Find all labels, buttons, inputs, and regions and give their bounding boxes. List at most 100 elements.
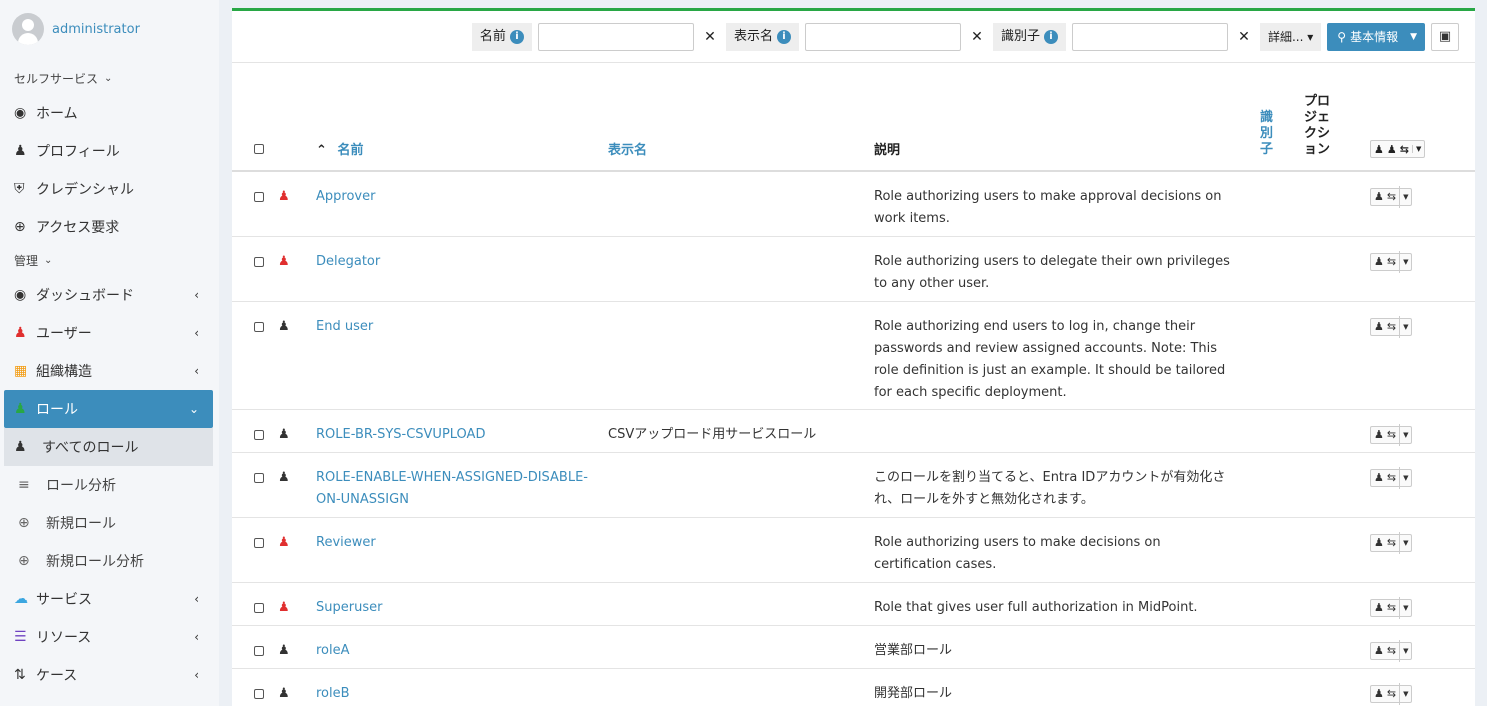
bulk-actions-group[interactable]: ♟ ♟ ⇆ ▼ xyxy=(1370,140,1426,158)
table-row[interactable]: ♟ End user Role authorizing end users to l… xyxy=(232,301,1475,410)
table-row[interactable]: ♟ ROLE-ENABLE-WHEN-ASSIGNED-DISABLE-ON-UN… xyxy=(232,452,1475,518)
caret-down-icon[interactable]: ▼ xyxy=(1399,250,1408,273)
save-search-button[interactable]: ▣ xyxy=(1431,22,1459,51)
user-panel[interactable]: administrator xyxy=(0,0,219,58)
caret-down-icon[interactable]: ▼ xyxy=(1399,682,1408,705)
recompute-icon[interactable]: ⇆ xyxy=(1387,532,1396,554)
sidebar-item-profile[interactable]: ♟ プロフィール xyxy=(0,132,219,170)
caret-down-icon[interactable]: ▼ xyxy=(1411,145,1421,153)
role-name-link[interactable]: roleB xyxy=(316,686,350,701)
row-actions-group[interactable]: ♟ ⇆ ▼ xyxy=(1370,682,1413,705)
sidebar-item-home[interactable]: ◉ ホーム xyxy=(0,94,219,132)
info-icon[interactable]: i xyxy=(1043,29,1058,44)
role-name-link[interactable]: Superuser xyxy=(316,600,382,615)
sidebar-item-credentials[interactable]: ⛨ クレデンシャル xyxy=(0,170,219,208)
filter-display-name-input[interactable] xyxy=(804,22,961,51)
filter-identifier-input[interactable] xyxy=(1071,22,1228,51)
row-actions-group[interactable]: ♟ ⇆ ▼ xyxy=(1370,531,1413,554)
row-checkbox[interactable] xyxy=(254,645,264,656)
role-name-link[interactable]: roleA xyxy=(316,643,350,658)
unassign-icon[interactable]: ♟ xyxy=(1374,424,1384,446)
recompute-icon[interactable]: ⇆ xyxy=(1387,424,1396,446)
sidebar-item-resources[interactable]: ☰ リソース ‹ xyxy=(0,618,219,656)
select-all-checkbox[interactable] xyxy=(254,144,264,154)
row-actions-group[interactable]: ♟ ⇆ ▼ xyxy=(1370,250,1413,273)
header-identifier[interactable]: 識 別 子 xyxy=(1254,63,1298,172)
basic-search-button[interactable]: ⚲ 基本情報 ▼ xyxy=(1327,22,1425,51)
recompute-icon[interactable]: ⇆ xyxy=(1387,640,1396,662)
filter-identifier-label[interactable]: 識別子 i xyxy=(992,22,1066,51)
recompute-icon[interactable]: ⇆ xyxy=(1387,251,1396,273)
sidebar-item-all-roles[interactable]: ♟ すべてのロール xyxy=(4,428,213,466)
unassign-icon[interactable]: ♟ xyxy=(1374,683,1384,705)
table-row[interactable]: ♟ Superuser Role that gives user full auth… xyxy=(232,582,1475,626)
row-actions-group[interactable]: ♟ ⇆ ▼ xyxy=(1370,596,1413,619)
row-actions-group[interactable]: ♟ ⇆ ▼ xyxy=(1370,639,1413,662)
info-icon[interactable]: i xyxy=(776,29,791,44)
table-row[interactable]: ♟ Reviewer Role authorizing users to make … xyxy=(232,517,1475,583)
sidebar-item-org[interactable]: ▦ 組織構造 ‹ xyxy=(0,352,219,390)
unassign-icon[interactable]: ♟ xyxy=(1374,597,1384,619)
row-checkbox[interactable] xyxy=(254,537,264,548)
info-icon[interactable]: i xyxy=(509,29,524,44)
recompute-icon[interactable]: ⇆ xyxy=(1387,467,1396,489)
sidebar-item-dashboard[interactable]: ◉ ダッシュボード ‹ xyxy=(0,276,219,314)
table-row[interactable]: ♟ Approver Role authorizing users to make … xyxy=(232,171,1475,237)
filter-name-label[interactable]: 名前 i xyxy=(471,22,532,51)
table-row[interactable]: ♟ roleB 開発部ロール ♟ ⇆ ▼ xyxy=(232,668,1475,706)
recompute-icon[interactable]: ⇆ xyxy=(1387,316,1396,338)
role-name-link[interactable]: Reviewer xyxy=(316,535,376,550)
unassign-icon[interactable]: ♟ xyxy=(1374,251,1384,273)
row-checkbox[interactable] xyxy=(254,256,264,267)
caret-down-icon[interactable]: ▼ xyxy=(1410,23,1417,51)
row-checkbox[interactable] xyxy=(254,688,264,699)
recompute-icon[interactable]: ⇆ xyxy=(1400,143,1409,156)
sidebar-item-new-role-analysis[interactable]: ⊕ 新規ロール分析 xyxy=(0,542,219,580)
role-name-link[interactable]: Delegator xyxy=(316,254,380,269)
unassign-icon[interactable]: ♟ xyxy=(1374,532,1384,554)
sidebar-item-access-request[interactable]: ⊕ アクセス要求 xyxy=(0,208,219,246)
role-name-link[interactable]: ROLE-BR-SYS-CSVUPLOAD xyxy=(316,427,485,442)
row-actions-group[interactable]: ♟ ⇆ ▼ xyxy=(1370,466,1413,489)
sidebar-item-new-role[interactable]: ⊕ 新規ロール xyxy=(0,504,219,542)
unassign-icon[interactable]: ♟ xyxy=(1374,467,1384,489)
sidebar-item-users[interactable]: ♟ ユーザー ‹ xyxy=(0,314,219,352)
row-actions-group[interactable]: ♟ ⇆ ▼ xyxy=(1370,186,1413,208)
recompute-icon[interactable]: ⇆ xyxy=(1387,186,1396,208)
section-self-service[interactable]: セルフサービス ⌄ xyxy=(0,64,219,94)
row-checkbox[interactable] xyxy=(254,192,264,202)
clear-identifier-filter-icon[interactable]: ✕ xyxy=(1234,29,1254,45)
user-name[interactable]: administrator xyxy=(52,22,140,37)
unassign-icon[interactable]: ♟ xyxy=(1387,143,1397,156)
more-filters-button[interactable]: 詳細... ▾ xyxy=(1259,22,1322,51)
table-row[interactable]: ♟ Delegator Role authorizing users to dele… xyxy=(232,236,1475,302)
sidebar-item-cases[interactable]: ⇅ ケース ‹ xyxy=(0,656,219,694)
unassign-icon[interactable]: ♟ xyxy=(1374,640,1384,662)
caret-down-icon[interactable]: ▼ xyxy=(1399,186,1408,208)
caret-down-icon[interactable]: ▼ xyxy=(1399,639,1408,662)
table-row[interactable]: ♟ roleA 営業部ロール ♟ ⇆ ▼ xyxy=(232,625,1475,669)
header-display-name[interactable]: 表示名 xyxy=(602,63,868,172)
assign-icon[interactable]: ♟ xyxy=(1374,143,1384,156)
recompute-icon[interactable]: ⇆ xyxy=(1387,683,1396,705)
sidebar-item-roles[interactable]: ♟ ロール ⌄ xyxy=(4,390,213,428)
caret-down-icon[interactable]: ▼ xyxy=(1399,315,1408,338)
row-checkbox[interactable] xyxy=(254,472,264,483)
caret-down-icon[interactable]: ▼ xyxy=(1399,531,1408,554)
row-actions-group[interactable]: ♟ ⇆ ▼ xyxy=(1370,423,1413,446)
table-row[interactable]: ♟ ROLE-BR-SYS-CSVUPLOAD CSVアップロード用サービスロール ♟… xyxy=(232,409,1475,453)
role-name-link[interactable]: Approver xyxy=(316,189,375,204)
caret-down-icon[interactable]: ▼ xyxy=(1399,423,1408,446)
sidebar-item-services[interactable]: ☁ サービス ‹ xyxy=(0,580,219,618)
filter-name-input[interactable] xyxy=(537,22,694,51)
caret-down-icon[interactable]: ▼ xyxy=(1399,596,1408,619)
section-admin[interactable]: 管理 ⌄ xyxy=(0,246,219,276)
row-actions-group[interactable]: ♟ ⇆ ▼ xyxy=(1370,315,1413,338)
unassign-icon[interactable]: ♟ xyxy=(1374,186,1384,208)
row-checkbox[interactable] xyxy=(254,321,264,332)
clear-name-filter-icon[interactable]: ✕ xyxy=(700,29,720,45)
row-checkbox[interactable] xyxy=(254,602,264,613)
row-checkbox[interactable] xyxy=(254,429,264,440)
header-name[interactable]: ⌃ 名前 xyxy=(310,63,602,172)
role-name-link[interactable]: ROLE-ENABLE-WHEN-ASSIGNED-DISABLE-ON-UNA… xyxy=(316,470,588,507)
